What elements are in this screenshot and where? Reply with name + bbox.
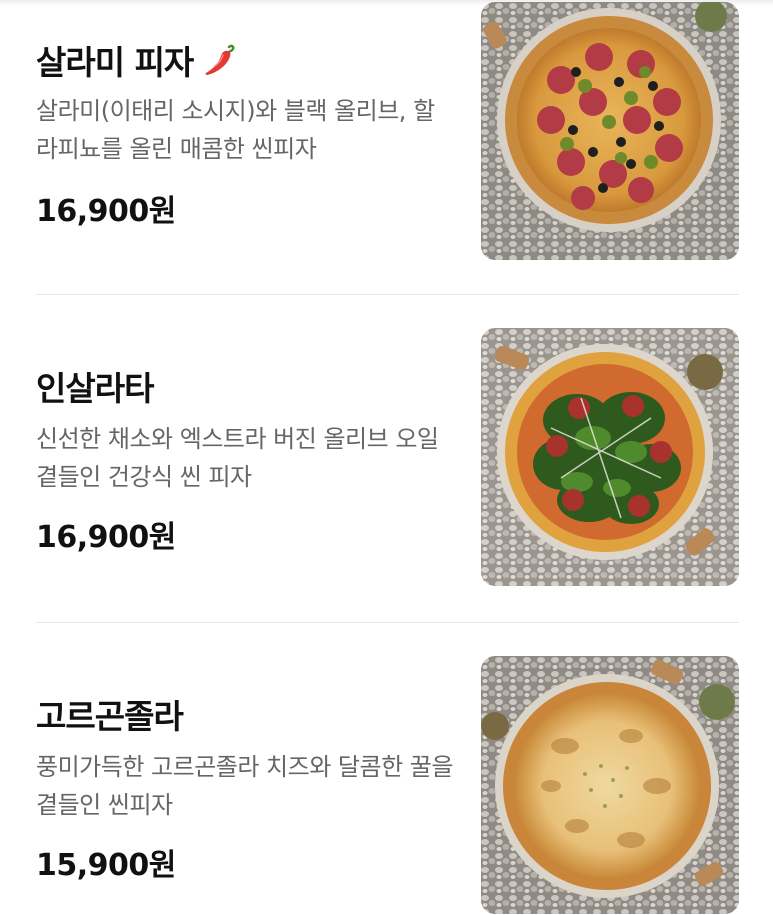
salami-pizza-photo[interactable] <box>481 2 739 260</box>
menu-item-name: 인살라타 <box>36 362 154 410</box>
item-divider <box>36 622 739 623</box>
menu-item-insalata[interactable]: 인살라타 신선한 채소와 엑스트라 버진 올리브 오일 곁들인 건강식 씬 피자… <box>0 322 773 586</box>
menu-item-description: 신선한 채소와 엑스트라 버진 올리브 오일 곁들인 건강식 씬 피자 <box>36 425 439 491</box>
chili-pepper-icon <box>201 42 237 78</box>
gorgonzola-pizza-photo[interactable] <box>481 656 739 914</box>
menu-item-name: 살라미 피자 <box>36 36 237 84</box>
menu-item-price: 16,900원 <box>36 520 176 555</box>
menu-item-name: 고르곤졸라 <box>36 690 184 738</box>
item-divider <box>36 294 739 295</box>
menu-item-description: 살라미(이태리 소시지)와 블랙 올리브, 할라피뇨를 올린 매콤한 씬피자 <box>36 97 435 163</box>
insalata-pizza-photo[interactable] <box>481 328 739 586</box>
menu-item-name-text: 고르곤졸라 <box>36 697 184 736</box>
menu-item-name-text: 살라미 피자 <box>36 43 194 82</box>
menu-item-gorgonzola[interactable]: 고르곤졸라 풍미가득한 고르곤졸라 치즈와 달콤한 꿀을 곁들인 씬피자 15,… <box>0 652 773 914</box>
menu-item-description: 풍미가득한 고르곤졸라 치즈와 달콤한 꿀을 곁들인 씬피자 <box>36 753 453 819</box>
menu-item-price: 16,900원 <box>36 194 176 229</box>
menu-item-salami-pizza[interactable]: 살라미 피자 살라미(이태리 소시지)와 블랙 올리브, 할라피뇨를 올린 매콤… <box>0 0 773 260</box>
menu-item-price: 15,900원 <box>36 848 176 883</box>
menu-item-name-text: 인살라타 <box>36 369 154 408</box>
